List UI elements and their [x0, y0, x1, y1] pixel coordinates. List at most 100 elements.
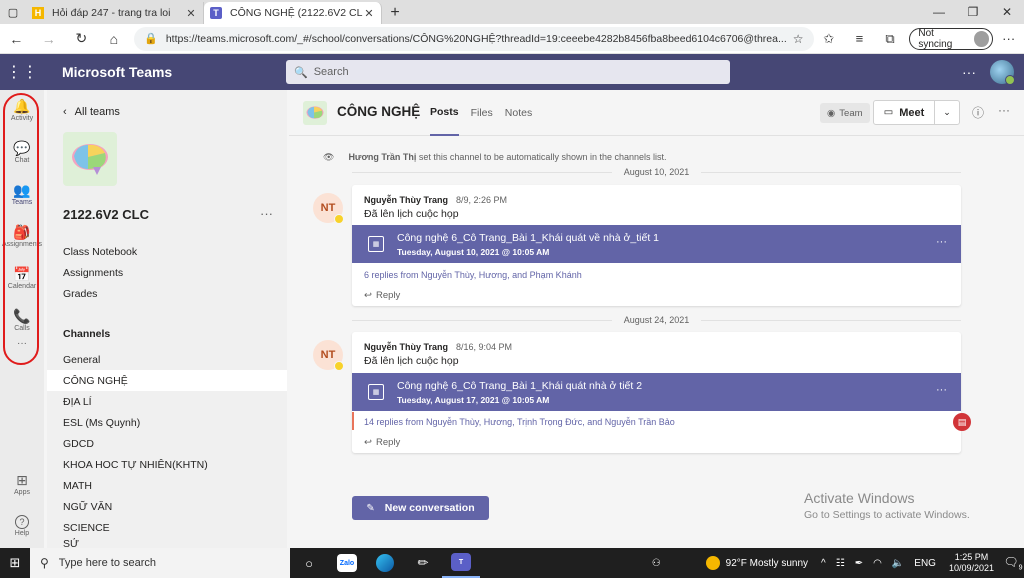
hoidap-favicon-icon: H	[32, 7, 44, 19]
wifi-icon[interactable]: ◠	[873, 558, 882, 569]
forward-arrow-icon[interactable]: →	[33, 24, 66, 54]
channel-general[interactable]: General	[47, 349, 287, 370]
tab-files[interactable]: Files	[471, 90, 493, 136]
windows-start-icon[interactable]: ⊞	[0, 548, 30, 578]
reply-button[interactable]: ↩ Reply	[364, 437, 400, 448]
collections-icon[interactable]: ⧉	[875, 31, 906, 47]
close-tab-icon[interactable]: ✕	[363, 7, 375, 20]
teams-taskbar-icon[interactable]: T	[442, 548, 480, 578]
channel-esl[interactable]: ESL (Ms Quynh)	[47, 412, 287, 433]
notification-center-icon[interactable]: 🗨9	[1002, 555, 1024, 571]
network-icon[interactable]: ☷	[836, 558, 845, 569]
reply-arrow-icon: ↩	[364, 437, 372, 448]
header-more-icon[interactable]: ···	[962, 64, 976, 80]
new-tab-button[interactable]: +	[382, 2, 408, 24]
channel-cong-nghe[interactable]: CÔNG NGHỆ	[47, 370, 287, 391]
language-indicator[interactable]: ENG	[914, 558, 936, 569]
pen-tray-icon[interactable]: ✒	[855, 558, 863, 569]
read-aloud-icon[interactable]: ☆	[793, 32, 804, 46]
system-message-text: set this channel to be automatically sho…	[416, 152, 667, 162]
replies-link[interactable]: 14 replies from Nguyễn Thùy, Hương, Trịn…	[364, 417, 675, 427]
rail-label: Activity	[10, 115, 34, 122]
zalo-icon[interactable]: Zalo	[328, 548, 366, 578]
clock[interactable]: 1:25 PM 10/09/2021	[949, 552, 994, 574]
taskbar-search-input[interactable]: ⚲ Type here to search	[30, 548, 290, 578]
info-icon[interactable]: ⓘ	[972, 104, 984, 121]
class-notebook-link[interactable]: Class Notebook	[63, 246, 137, 258]
browser-tab-hoidap[interactable]: H Hỏi đáp 247 - trang tra loi ✕	[26, 2, 204, 24]
url-field[interactable]: 🔒 https://teams.microsoft.com/_#/school/…	[134, 26, 814, 51]
avatar[interactable]: NT	[313, 193, 344, 224]
meeting-more-icon[interactable]: ···	[936, 384, 947, 396]
channel-su[interactable]: SỬ	[47, 538, 287, 548]
close-window-icon[interactable]: ✕	[990, 0, 1024, 24]
back-arrow-icon[interactable]: ←	[0, 24, 33, 54]
chevron-up-icon[interactable]: ^	[821, 558, 826, 569]
new-conversation-button[interactable]: ✎ New conversation	[352, 496, 489, 520]
post-author[interactable]: Nguyễn Thùy Trang	[364, 342, 448, 352]
close-tab-icon[interactable]: ✕	[185, 7, 197, 20]
volume-icon[interactable]: 🔈	[892, 558, 904, 569]
channel-science[interactable]: SCIENCE	[47, 517, 287, 538]
team-more-icon[interactable]: ···	[260, 206, 273, 221]
people-icon[interactable]: ⚇	[652, 558, 661, 569]
profile-sync-button[interactable]: Not syncing	[909, 27, 994, 50]
grades-link[interactable]: Grades	[63, 288, 97, 300]
reply-button[interactable]: ↩ Reply	[364, 290, 400, 301]
task-view-icon[interactable]: ○	[290, 548, 328, 578]
user-avatar[interactable]	[990, 60, 1015, 85]
all-teams-link[interactable]: ‹ All teams	[63, 106, 120, 118]
edge-icon[interactable]	[366, 548, 404, 578]
notification-flag-icon[interactable]: ▤	[953, 413, 971, 431]
channel-khtn[interactable]: KHOA HOC TỰ NHIÊN(KHTN)	[47, 454, 287, 475]
rail-item-apps[interactable]: ⊞ Apps	[0, 464, 44, 504]
rail-item-calls[interactable]: 📞 Calls	[0, 300, 44, 340]
app-launcher-icon[interactable]: ⋮⋮	[0, 62, 44, 82]
rail-item-help[interactable]: ? Help	[0, 506, 44, 546]
rail-item-chat[interactable]: 💬 Chat	[0, 132, 44, 172]
weather-widget[interactable]: 92°F Mostly sunny	[705, 556, 808, 570]
rail-item-activity[interactable]: 🔔 Activity	[0, 90, 44, 130]
system-tray: ⚇ 92°F Mostly sunny ^ ☷ ✒ ◠ 🔈 ENG 1:25 P…	[647, 548, 1024, 578]
favorites-list-icon[interactable]: ≡	[844, 31, 875, 46]
search-input[interactable]: 🔍 Search	[286, 60, 730, 84]
channel-math[interactable]: MATH	[47, 475, 287, 496]
assignments-link[interactable]: Assignments	[63, 267, 123, 279]
meet-button[interactable]: ▭ Meet ⌄	[873, 100, 960, 125]
sync-label: Not syncing	[918, 27, 953, 50]
rail-item-assignments[interactable]: 🎒 Assignments	[0, 216, 44, 256]
chevron-down-icon[interactable]: ⌄	[935, 107, 959, 118]
favorites-star-icon[interactable]: ✩	[814, 31, 845, 47]
refresh-icon[interactable]: ↻	[65, 24, 98, 54]
rail-more-icon[interactable]: ···	[0, 336, 44, 352]
avatar[interactable]: NT	[313, 340, 344, 371]
meeting-time: Tuesday, August 17, 2021 @ 10:05 AM	[397, 395, 550, 405]
rail-label: Calls	[14, 325, 30, 332]
channel-ngu-van[interactable]: NGỮ VĂN	[47, 496, 287, 517]
window-menu-icon[interactable]: ▢	[0, 0, 26, 24]
browser-menu-icon[interactable]: ···	[993, 31, 1024, 46]
lock-icon: 🔒	[144, 33, 158, 45]
rail-item-calendar[interactable]: 📅 Calendar	[0, 258, 44, 298]
meet-now-button[interactable]: ▭ Meet	[874, 101, 935, 124]
post-author[interactable]: Nguyễn Thùy Trang	[364, 195, 448, 205]
meeting-more-icon[interactable]: ···	[936, 236, 947, 248]
meeting-card[interactable]: ▦ Công nghệ 6_Cô Trang_Bài 1_Khái quát n…	[352, 373, 961, 411]
replies-link[interactable]: 6 replies from Nguyễn Thùy, Hương, and P…	[364, 270, 582, 280]
pen-app-icon[interactable]: ✏	[404, 548, 442, 578]
browser-tab-teams[interactable]: T CÔNG NGHỆ (2122.6V2 CLC) | M ✕	[204, 2, 382, 24]
minimize-icon[interactable]: —	[922, 0, 956, 24]
channel-brain-icon	[303, 101, 327, 125]
restore-icon[interactable]: ❐	[956, 0, 990, 24]
reply-label: Reply	[375, 290, 401, 301]
tab-posts[interactable]: Posts	[430, 90, 459, 136]
search-icon: 🔍	[294, 66, 308, 79]
channel-dia-li[interactable]: ĐỊA LÍ	[47, 391, 287, 412]
rail-item-teams[interactable]: 👥 Teams	[0, 174, 44, 214]
meeting-card[interactable]: ▦ Công nghệ 6_Cô Trang_Bài 1_Khái quát v…	[352, 225, 961, 263]
channel-gdcd[interactable]: GDCD	[47, 433, 287, 454]
tab-title: Hỏi đáp 247 - trang tra loi	[52, 7, 171, 19]
tab-notes[interactable]: Notes	[505, 90, 532, 136]
channel-more-icon[interactable]: ···	[998, 103, 1010, 117]
home-icon[interactable]: ⌂	[98, 24, 131, 54]
